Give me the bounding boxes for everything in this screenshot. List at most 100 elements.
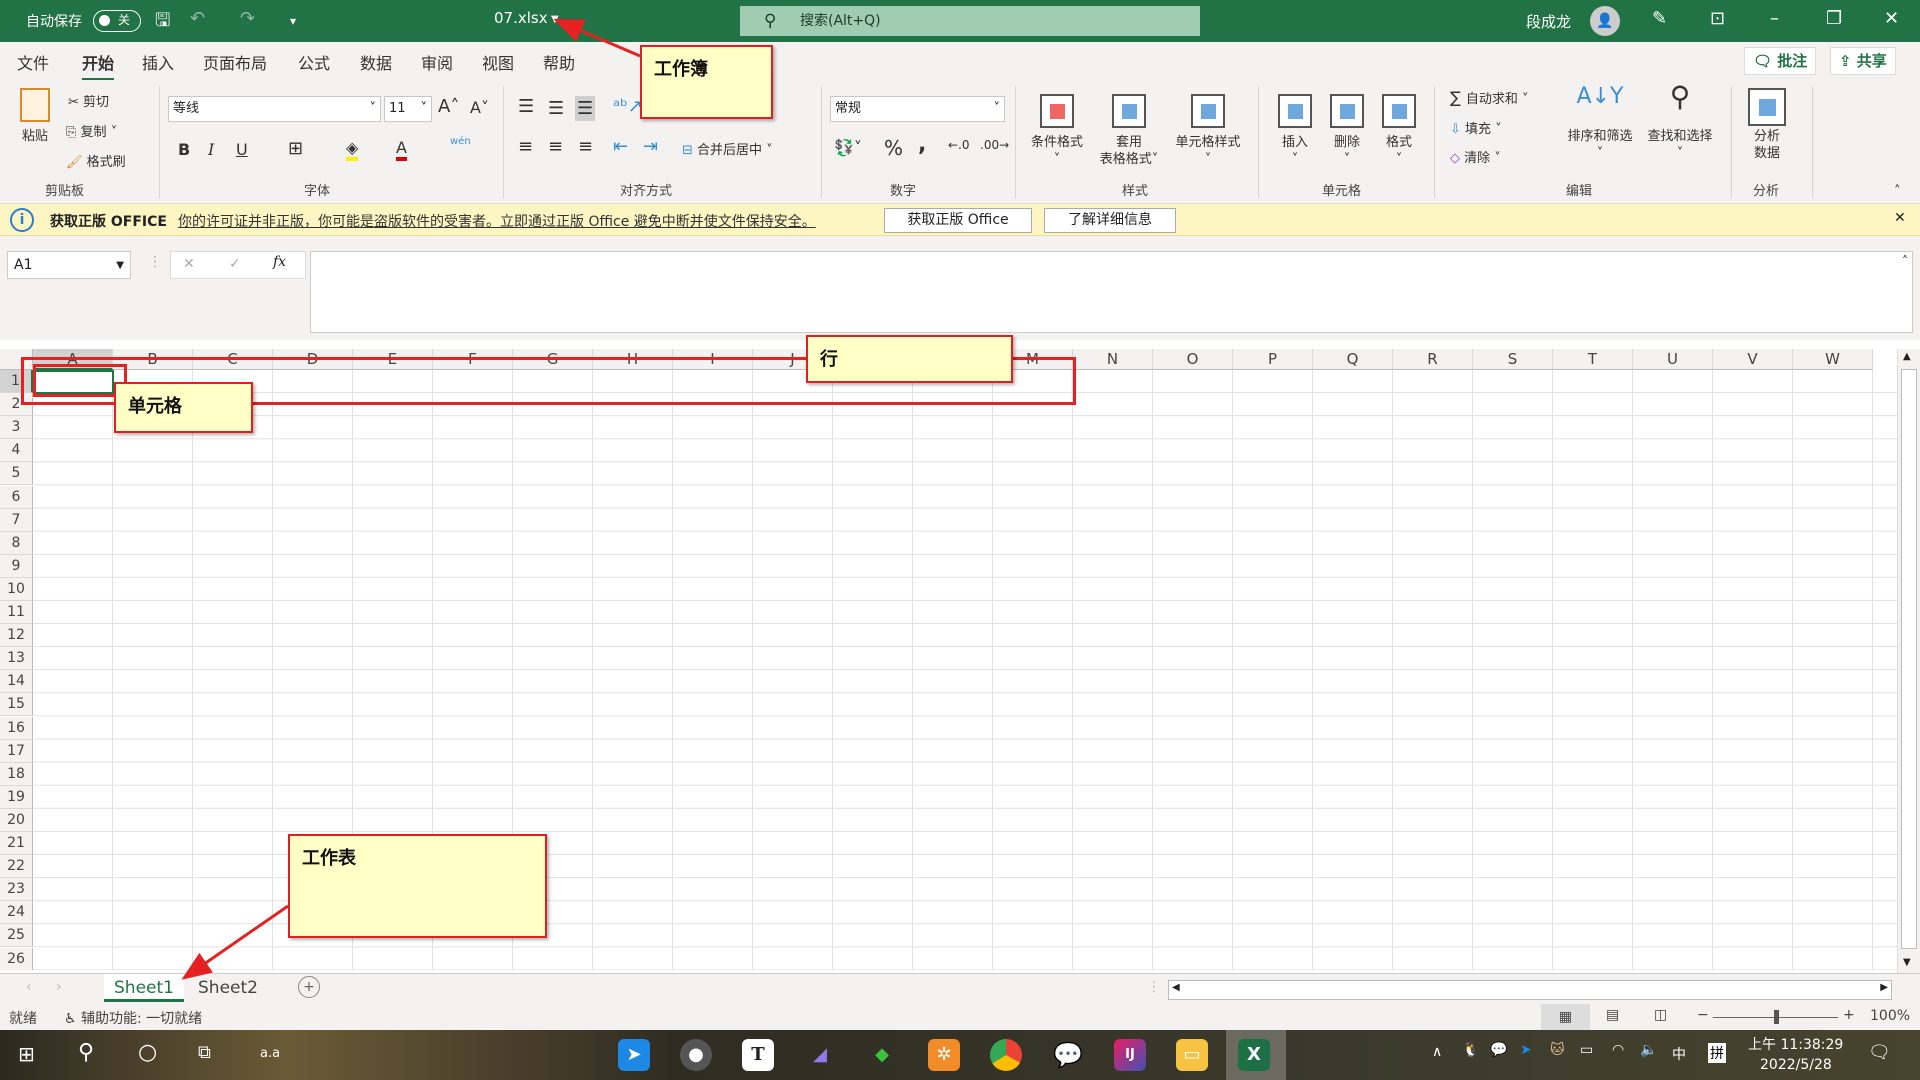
- ime-language[interactable]: 中: [1672, 1044, 1686, 1064]
- tab-insert[interactable]: 插入: [142, 50, 174, 74]
- accounting-format-icon[interactable]: 💱˅: [834, 138, 862, 157]
- sheet-tab-sheet1[interactable]: Sheet1: [104, 974, 184, 1002]
- column-header-O[interactable]: O: [1153, 349, 1233, 370]
- scroll-left-icon[interactable]: ◀: [1172, 982, 1180, 993]
- avatar-icon[interactable]: 👤: [1590, 6, 1620, 36]
- horizontal-scrollbar[interactable]: ◀ ▶: [1168, 980, 1892, 1000]
- fill-color-icon[interactable]: ◈: [346, 138, 359, 161]
- vertical-scrollbar[interactable]: ▲ ▼: [1897, 349, 1920, 973]
- learn-more-button[interactable]: 了解详细信息: [1044, 208, 1176, 233]
- column-header-P[interactable]: P: [1233, 349, 1313, 370]
- undo-icon[interactable]: ↶: [190, 8, 205, 29]
- decrease-indent-icon[interactable]: ⇤: [613, 136, 628, 157]
- decrease-font-icon[interactable]: A˅: [470, 98, 489, 117]
- close-message-icon[interactable]: ✕: [1894, 210, 1906, 226]
- ime-mode[interactable]: 拼: [1708, 1043, 1726, 1063]
- tray-expand-icon[interactable]: ∧: [1432, 1044, 1442, 1060]
- xampp-app-icon[interactable]: ✲: [928, 1039, 960, 1071]
- cell-styles-button[interactable]: 单元格样式 ˅: [1168, 94, 1248, 168]
- align-middle-icon[interactable]: ☰: [548, 98, 564, 119]
- row-header-15[interactable]: 15: [0, 693, 33, 717]
- intellij-app-icon[interactable]: IJ: [1114, 1039, 1146, 1071]
- row-header-6[interactable]: 6: [0, 485, 33, 509]
- row-header-18[interactable]: 18: [0, 762, 33, 786]
- row-header-24[interactable]: 24: [0, 901, 33, 925]
- cancel-icon[interactable]: ✕: [183, 256, 195, 272]
- align-top-icon[interactable]: ☰: [518, 96, 534, 117]
- qq-tray-icon[interactable]: 🐧: [1462, 1042, 1479, 1058]
- column-header-N[interactable]: N: [1073, 349, 1153, 370]
- dolphin-app-icon[interactable]: ◢: [804, 1039, 836, 1071]
- pen-icon[interactable]: ✎: [1652, 8, 1667, 29]
- percent-button[interactable]: %: [884, 136, 903, 160]
- phonetic-icon[interactable]: wén: [450, 136, 471, 147]
- borders-icon[interactable]: ⊞: [288, 138, 303, 159]
- row-header-7[interactable]: 7: [0, 508, 33, 532]
- scroll-right-icon[interactable]: ▶: [1880, 982, 1888, 993]
- column-header-S[interactable]: S: [1473, 349, 1553, 370]
- comma-button[interactable]: ,: [918, 132, 926, 157]
- filename-dropdown-icon[interactable]: ▼: [551, 14, 559, 25]
- user-name[interactable]: 段成龙: [1526, 11, 1571, 32]
- excel-app-icon[interactable]: X: [1238, 1039, 1270, 1071]
- search-box[interactable]: ⚲ 搜索(Alt+Q): [740, 6, 1200, 36]
- collapse-ribbon-icon[interactable]: ˄: [1894, 184, 1901, 199]
- clock-date[interactable]: 2022/5/28: [1760, 1057, 1832, 1073]
- orientation-icon[interactable]: ᵃᵇ↗: [613, 96, 643, 117]
- tab-review[interactable]: 审阅: [421, 50, 453, 74]
- add-sheet-icon[interactable]: +: [298, 976, 320, 998]
- prev-sheet-icon[interactable]: ‹: [26, 979, 32, 995]
- row-header-10[interactable]: 10: [0, 577, 33, 601]
- tab-help[interactable]: 帮助: [543, 50, 575, 74]
- get-genuine-office-button[interactable]: 获取正版 Office: [884, 208, 1032, 233]
- column-header-T[interactable]: T: [1553, 349, 1633, 370]
- row-header-14[interactable]: 14: [0, 670, 33, 694]
- column-header-W[interactable]: W: [1793, 349, 1873, 370]
- align-center-icon[interactable]: ≡: [548, 136, 563, 157]
- name-box[interactable]: A1 ▼: [7, 251, 131, 279]
- workbook-filename[interactable]: 07.xlsx: [494, 9, 548, 27]
- autosum-button[interactable]: ∑ 自动求和 ˅: [1450, 88, 1529, 107]
- format-as-table-button[interactable]: 套用 表格格式˅: [1090, 94, 1168, 168]
- close-icon[interactable]: ✕: [1884, 8, 1899, 29]
- column-header-U[interactable]: U: [1633, 349, 1713, 370]
- feishu-app-icon[interactable]: ➤: [618, 1039, 650, 1071]
- increase-decimal-icon[interactable]: ←.0: [948, 138, 970, 152]
- column-header-V[interactable]: V: [1713, 349, 1793, 370]
- task-view-icon[interactable]: ⧉: [198, 1042, 211, 1063]
- save-icon[interactable]: 🖫: [155, 8, 170, 38]
- row-header-3[interactable]: 3: [0, 416, 33, 440]
- warning-link[interactable]: 你的许可证并非正版，你可能是盗版软件的受害者。立即通过正版 Office 避免中…: [178, 211, 816, 231]
- row-header-19[interactable]: 19: [0, 785, 33, 809]
- volume-icon[interactable]: 🔈: [1640, 1042, 1657, 1058]
- paste-button[interactable]: 粘贴: [14, 88, 56, 145]
- merge-center-button[interactable]: ⊟ 合并后居中 ˅: [682, 139, 773, 158]
- row-header-8[interactable]: 8: [0, 531, 33, 555]
- align-left-icon[interactable]: ≡: [518, 136, 533, 157]
- column-header-Q[interactable]: Q: [1313, 349, 1393, 370]
- game-app-icon[interactable]: ●: [680, 1039, 712, 1071]
- increase-indent-icon[interactable]: ⇥: [643, 136, 658, 157]
- italic-button[interactable]: I: [208, 140, 214, 159]
- insert-cells-button[interactable]: 插入 ˅: [1272, 94, 1318, 168]
- column-header-R[interactable]: R: [1393, 349, 1473, 370]
- tab-page-layout[interactable]: 页面布局: [203, 50, 267, 74]
- zoom-slider-thumb[interactable]: [1773, 1010, 1779, 1024]
- search-icon[interactable]: ⚲: [78, 1040, 94, 1065]
- tab-formulas[interactable]: 公式: [298, 50, 330, 74]
- sort-filter-button[interactable]: A↓Y 排序和筛选 ˅: [1562, 86, 1638, 162]
- zoom-in-icon[interactable]: +: [1843, 1007, 1855, 1023]
- row-header-26[interactable]: 26: [0, 947, 33, 970]
- fill-button[interactable]: ⇩ 填充 ˅: [1450, 118, 1502, 137]
- row-header-12[interactable]: 12: [0, 624, 33, 648]
- feishu-tray-icon[interactable]: ➤: [1520, 1042, 1532, 1058]
- find-select-button[interactable]: ⚲ 查找和选择 ˅: [1642, 83, 1718, 162]
- font-size-select[interactable]: 11 ˅: [384, 96, 432, 122]
- row-header-23[interactable]: 23: [0, 878, 33, 902]
- normal-view-icon[interactable]: ▦: [1541, 1004, 1590, 1030]
- battery-icon[interactable]: ▭: [1580, 1042, 1593, 1058]
- ribbon-display-icon[interactable]: ⊡: [1710, 8, 1725, 29]
- scroll-thumb[interactable]: [1901, 369, 1917, 949]
- row-header-9[interactable]: 9: [0, 554, 33, 578]
- row-header-11[interactable]: 11: [0, 601, 33, 625]
